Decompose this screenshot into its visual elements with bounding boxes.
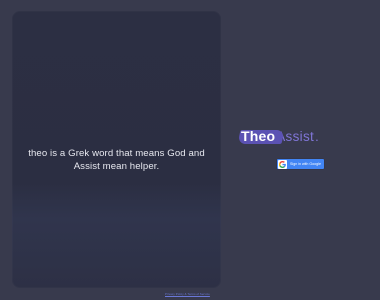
brand-dot: .	[315, 129, 319, 144]
google-sign-in-label: Sign in with Google	[290, 162, 321, 166]
page: theo is a Grek word that means God and A…	[0, 0, 380, 300]
brand-theo-text: Theo	[241, 128, 276, 144]
brand-logo: Theo Assist .	[237, 128, 319, 146]
footer-link[interactable]: Privacy Policy & Terms of Service	[165, 292, 210, 296]
panel-description: theo is a Grek word that means God and A…	[28, 148, 205, 172]
info-panel: theo is a Grek word that means God and A…	[12, 11, 221, 288]
google-icon	[278, 159, 287, 169]
google-sign-in-button[interactable]: Sign in with Google	[277, 159, 324, 169]
